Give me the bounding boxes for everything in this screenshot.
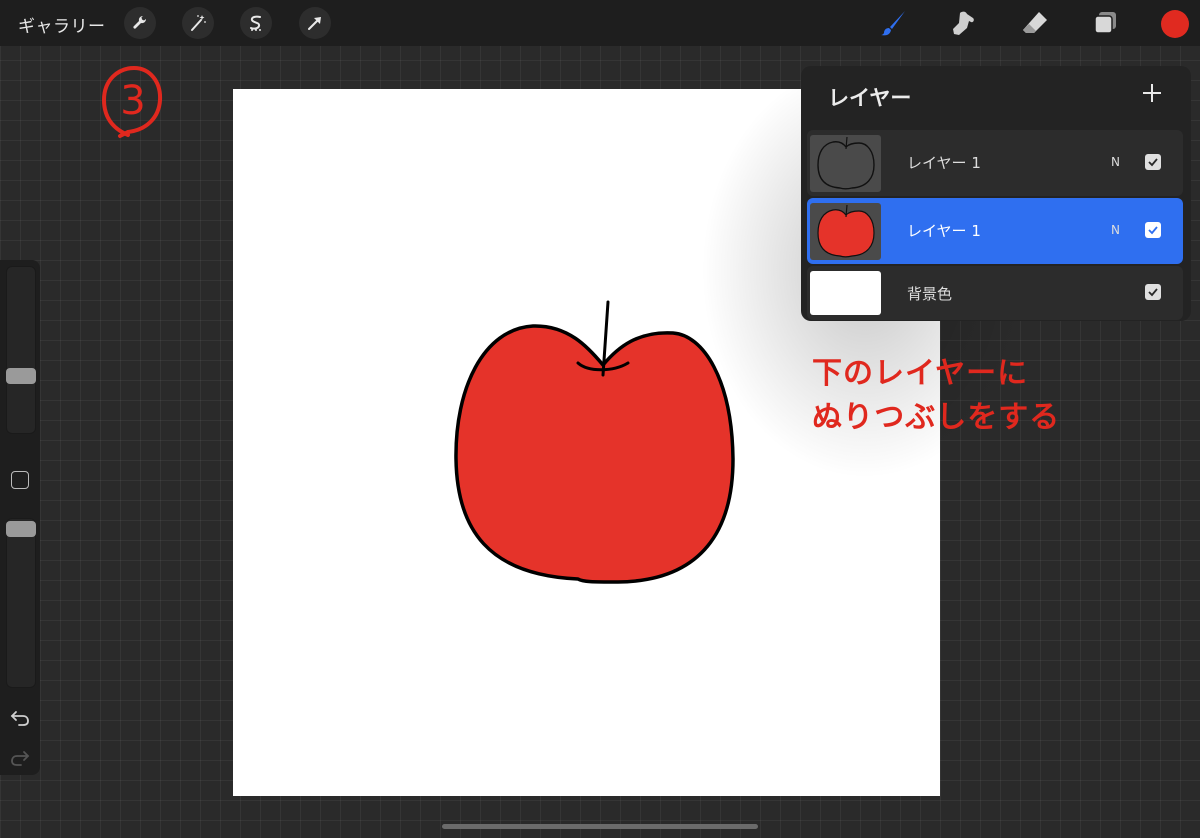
checkmark-icon xyxy=(1148,226,1158,235)
adjustments-button[interactable] xyxy=(182,7,214,39)
checkmark-icon xyxy=(1148,288,1158,297)
wrench-icon xyxy=(133,15,147,29)
brush-size-slider[interactable] xyxy=(6,266,36,434)
opacity-knob[interactable] xyxy=(6,521,36,537)
undo-icon[interactable] xyxy=(10,707,30,727)
transform-button[interactable] xyxy=(299,7,331,39)
actions-wrench-button[interactable] xyxy=(124,7,156,39)
color-picker-button[interactable] xyxy=(1161,10,1189,38)
layer-row-fill[interactable]: レイヤー 1 N xyxy=(807,198,1183,264)
top-toolbar: ギャラリー xyxy=(0,0,1200,46)
plus-icon[interactable] xyxy=(1141,82,1163,104)
layers-button[interactable] xyxy=(1088,6,1122,40)
checkmark-icon xyxy=(1148,158,1158,167)
home-indicator[interactable] xyxy=(442,824,758,829)
smudge-icon xyxy=(953,11,974,35)
layer-thumbnail xyxy=(810,203,881,260)
layer-visibility-checkbox[interactable] xyxy=(1145,284,1161,300)
layers-panel-title: レイヤー xyxy=(828,86,912,110)
modify-square-icon[interactable] xyxy=(11,471,29,489)
redo-icon[interactable] xyxy=(10,747,30,767)
note-line-1: 下のレイヤーに xyxy=(812,356,1029,391)
layer-visibility-checkbox[interactable] xyxy=(1145,222,1161,238)
left-sidebar xyxy=(0,260,40,775)
layer-thumbnail xyxy=(810,271,881,315)
layers-icon xyxy=(1094,12,1116,34)
blend-mode-button[interactable]: N xyxy=(1111,155,1120,169)
step-number: 3 xyxy=(120,78,145,124)
layer-row-background[interactable]: 背景色 xyxy=(807,266,1183,320)
selection-button[interactable] xyxy=(240,7,272,39)
layer-name: レイヤー 1 xyxy=(907,154,981,172)
layer-name: レイヤー 1 xyxy=(907,222,981,240)
eraser-icon xyxy=(1023,12,1047,33)
opacity-slider[interactable] xyxy=(6,518,36,688)
layer-visibility-checkbox[interactable] xyxy=(1145,154,1161,170)
eraser-tool-button[interactable] xyxy=(1018,6,1052,40)
layer-thumbnail xyxy=(810,135,881,192)
brush-icon xyxy=(881,11,905,36)
layer-row-outline[interactable]: レイヤー 1 N xyxy=(807,130,1183,196)
brush-size-knob[interactable] xyxy=(6,368,36,384)
transform-arrow-icon xyxy=(308,17,321,30)
instruction-note: 下のレイヤーに ぬりつぶしをする xyxy=(812,352,1060,440)
smudge-tool-button[interactable] xyxy=(947,6,981,40)
gallery-button[interactable]: ギャラリー xyxy=(18,12,106,37)
step-circle-annotation: 3 xyxy=(101,65,163,138)
selection-icon xyxy=(250,15,261,31)
note-line-2: ぬりつぶしをする xyxy=(812,400,1061,435)
brush-tool-button[interactable] xyxy=(876,6,910,40)
blend-mode-button[interactable]: N xyxy=(1111,223,1120,237)
magic-wand-icon xyxy=(191,15,206,31)
layer-name: 背景色 xyxy=(907,285,953,303)
layers-panel: レイヤー レイヤー 1 N レイヤー 1 N 背景色 xyxy=(801,66,1191,321)
